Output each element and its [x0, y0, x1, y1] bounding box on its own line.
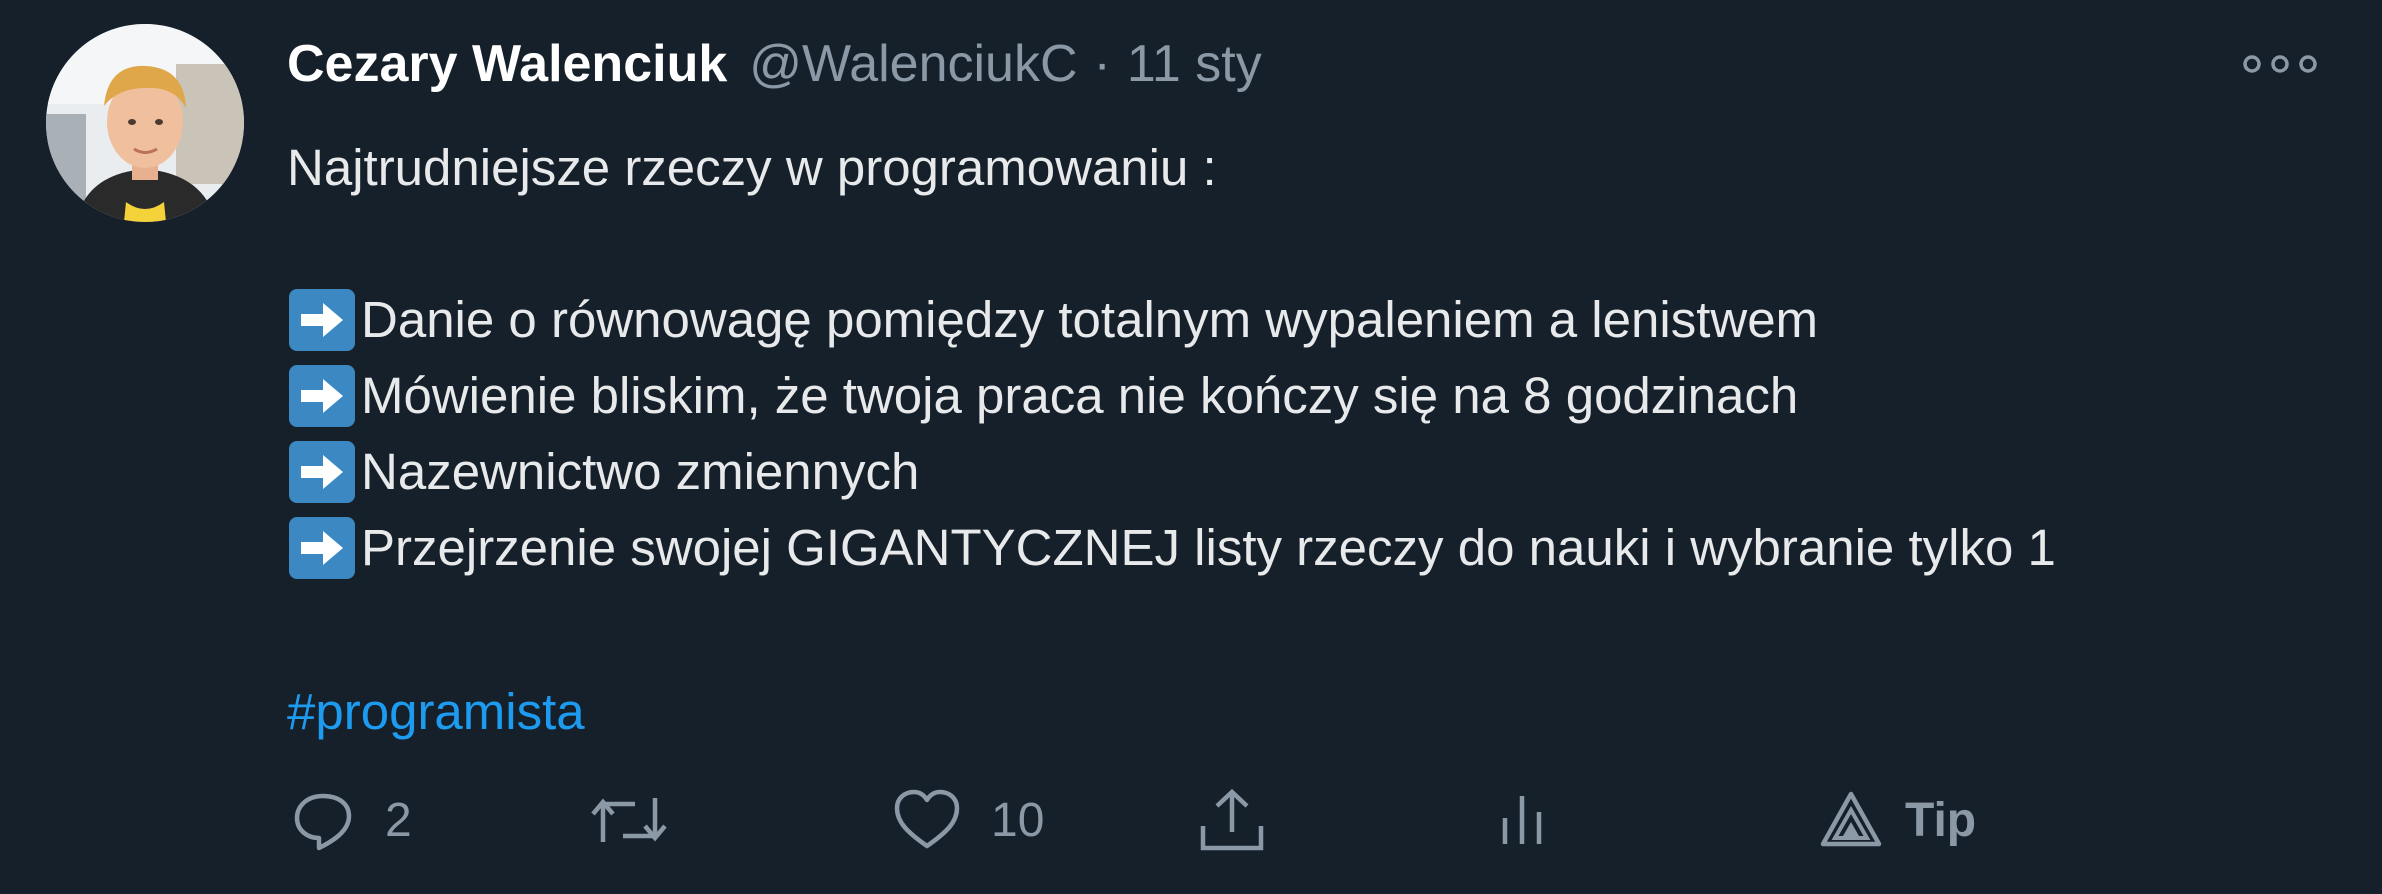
tweet-intro: Najtrudniejsze rzeczy w programowaniu : — [287, 139, 1217, 196]
avatar-photo — [46, 24, 244, 222]
reply-count: 2 — [385, 793, 412, 847]
list-item-text: Przejrzenie swojej GIGANTYCZNEJ listy rz… — [361, 519, 2056, 576]
share-button[interactable] — [1197, 780, 1267, 860]
list-item-text: Nazewnictwo zmiennych — [361, 443, 920, 500]
right-arrow-emoji-icon — [289, 517, 355, 579]
share-icon — [1200, 788, 1264, 851]
tip-icon — [1820, 791, 1882, 847]
avatar[interactable] — [46, 24, 244, 222]
right-arrow-emoji-icon — [289, 441, 355, 503]
header-separator: · — [1093, 35, 1111, 93]
list-item: Mówienie bliskim, że twoja praca nie koń… — [287, 358, 2347, 434]
right-arrow-emoji-icon — [289, 365, 355, 427]
tip-label: Tip — [1905, 793, 1977, 847]
heart-icon — [894, 789, 960, 849]
analytics-icon — [1502, 796, 1542, 844]
hashtag-link[interactable]: #programista — [287, 674, 585, 750]
like-count: 10 — [991, 793, 1045, 847]
more-options-button[interactable] — [2240, 46, 2320, 82]
author-handle[interactable]: @WalenciukC — [749, 34, 1077, 94]
retweet-button[interactable] — [589, 780, 699, 860]
tweet-header: Cezary Walenciuk @WalenciukC · 11 sty — [287, 34, 1262, 104]
retweet-icon — [591, 798, 667, 842]
list-item: Nazewnictwo zmiennych — [287, 434, 2347, 510]
reply-button[interactable]: 2 — [291, 780, 412, 860]
author-name[interactable]: Cezary Walenciuk — [287, 34, 727, 94]
tweet-actions: 2 10 Tip — [287, 780, 2307, 860]
tweet-date[interactable]: 11 sty — [1127, 34, 1262, 94]
list-item: Przejrzenie swojej GIGANTYCZNEJ listy rz… — [287, 510, 2347, 586]
tweet-text: Najtrudniejsze rzeczy w programowaniu : … — [287, 130, 2347, 750]
list-item-text: Danie o równowagę pomiędzy totalnym wypa… — [361, 291, 1819, 348]
reply-icon — [294, 793, 352, 851]
list-item: Danie o równowagę pomiędzy totalnym wypa… — [287, 282, 2347, 358]
right-arrow-emoji-icon — [289, 289, 355, 351]
like-button[interactable]: 10 — [893, 780, 1044, 860]
analytics-button[interactable] — [1497, 780, 1547, 860]
tip-button[interactable]: Tip — [1819, 780, 1976, 860]
list-item-text: Mówienie bliskim, że twoja praca nie koń… — [361, 367, 1799, 424]
more-options-icon — [2243, 55, 2317, 73]
